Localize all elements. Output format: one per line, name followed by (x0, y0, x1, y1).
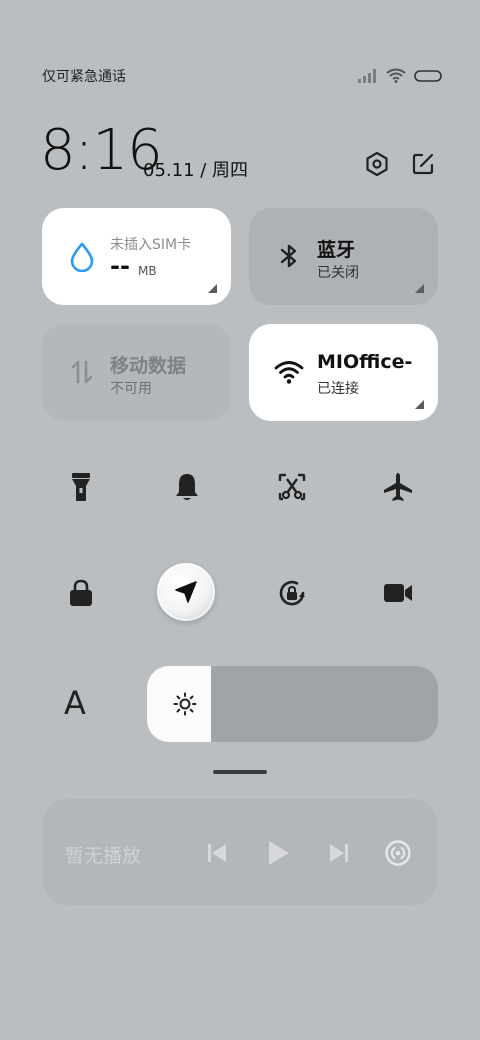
wifi-title: MIOffice- (317, 351, 413, 373)
previous-button[interactable] (201, 837, 233, 869)
drag-handle[interactable] (213, 770, 267, 774)
mobile-data-title: 移动数据 (110, 355, 187, 377)
tile-corner-indicator (415, 400, 424, 409)
play-icon (269, 841, 289, 865)
data-usage-unit: MB (138, 264, 157, 278)
media-status-text: 暂无播放 (65, 845, 142, 867)
settings-button[interactable] (363, 150, 391, 178)
bell-toggle[interactable] (167, 467, 207, 507)
rotation-lock-toggle[interactable] (272, 573, 312, 613)
play-button[interactable] (262, 837, 294, 869)
bluetooth-title: 蓝牙 (317, 239, 356, 261)
mobile-data-icon (71, 360, 93, 384)
screenshot-toggle[interactable] (272, 467, 312, 507)
video-camera-icon (384, 584, 412, 602)
location-toggle[interactable] (157, 563, 215, 621)
date: 05.11 / 周四 (143, 160, 249, 181)
edit-icon (412, 153, 434, 175)
lock-icon (70, 579, 92, 606)
tile-corner-indicator (208, 284, 217, 293)
screen-record-toggle[interactable] (378, 573, 418, 613)
wifi-status: 已连接 (317, 381, 359, 397)
status-carrier-text: 仅可紧急通话 (42, 69, 126, 85)
media-player-card[interactable]: 暂无播放 (42, 799, 438, 905)
signal-icon (358, 68, 376, 83)
sun-icon (173, 692, 197, 716)
data-usage-value: -- (110, 252, 130, 280)
edit-button[interactable] (409, 150, 437, 178)
lock-toggle[interactable] (61, 573, 101, 613)
wifi-tile[interactable]: MIOffice- 已连接 (249, 324, 438, 421)
mobile-data-tile[interactable]: 移动数据 不可用 (42, 324, 231, 421)
water-drop-icon (70, 242, 94, 272)
rotation-lock-icon (279, 580, 305, 606)
bluetooth-icon (280, 244, 297, 268)
status-icons (358, 68, 442, 83)
flashlight-icon (72, 473, 90, 501)
data-usage-subtitle: 未插入SIM卡 (110, 237, 192, 253)
bluetooth-tile[interactable]: 蓝牙 已关闭 (249, 208, 438, 305)
data-usage-tile[interactable]: 未插入SIM卡 -- MB (42, 208, 231, 305)
brightness-fill (147, 666, 211, 742)
next-icon (330, 844, 348, 862)
bell-icon (176, 474, 198, 500)
settings-icon (366, 151, 388, 177)
brightness-slider[interactable] (147, 666, 438, 742)
previous-icon (208, 844, 226, 862)
location-icon (175, 581, 197, 603)
screenshot-icon (278, 473, 306, 501)
flashlight-toggle[interactable] (61, 467, 101, 507)
cast-icon (385, 840, 411, 866)
font-size-button[interactable]: A (64, 684, 100, 722)
wifi-icon (274, 361, 304, 384)
cast-button[interactable] (382, 837, 414, 869)
airplane-icon (384, 473, 412, 501)
wifi-icon (386, 68, 406, 83)
next-button[interactable] (323, 837, 355, 869)
battery-icon (414, 69, 442, 82)
bluetooth-status: 已关闭 (317, 265, 359, 281)
tile-corner-indicator (415, 284, 424, 293)
airplane-toggle[interactable] (378, 467, 418, 507)
mobile-data-status: 不可用 (110, 381, 152, 397)
